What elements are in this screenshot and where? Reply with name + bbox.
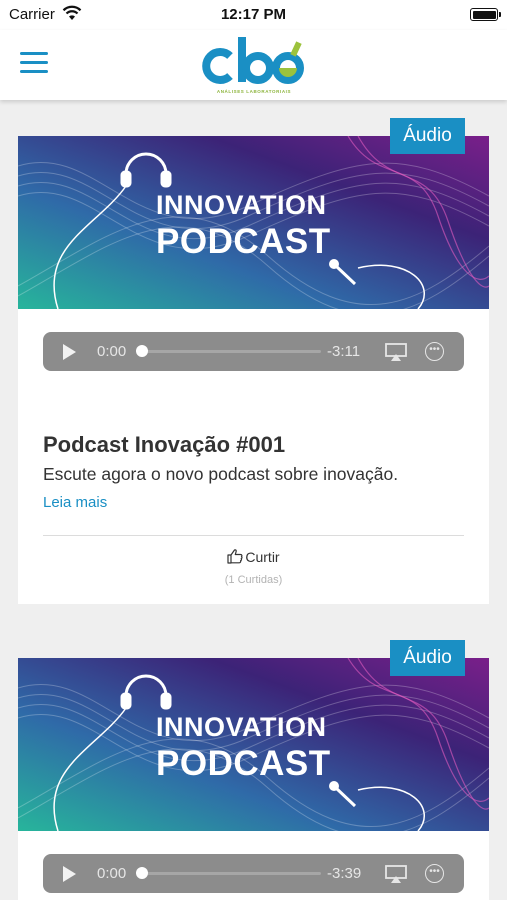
podcast-banner: INNOVATION PODCAST: [18, 136, 489, 309]
airplay-icon[interactable]: [385, 865, 407, 883]
post-title: Podcast Inovação #001: [43, 432, 286, 457]
clock: 12:17 PM: [220, 6, 287, 23]
audio-player: 0:00 -3:11: [43, 332, 464, 371]
more-options-icon[interactable]: [425, 862, 444, 883]
remaining-time: -3:39: [327, 865, 362, 882]
podcast-banner: INNOVATION PODCAST: [18, 658, 489, 831]
top-navigation-bar: ANÁLISES LABORATORIAIS: [0, 30, 507, 100]
thumbs-up-icon: [227, 549, 243, 564]
audio-badge: Áudio: [390, 118, 465, 154]
more-options-icon[interactable]: [425, 340, 444, 361]
banner-title-line1: INNOVATION: [156, 190, 327, 220]
remaining-time: -3:11: [327, 343, 361, 360]
post-description: Escute agora o novo podcast sobre inovaç…: [43, 464, 399, 484]
current-time: 0:00: [97, 865, 127, 882]
hamburger-menu-icon[interactable]: [20, 52, 48, 78]
play-icon[interactable]: [63, 344, 76, 360]
like-count: (1 Curtidas): [224, 574, 283, 586]
logo-subtitle: ANÁLISES LABORATORIAIS: [216, 89, 292, 94]
post-card: INNOVATION PODCAST Áudio 0:00 -3:11 Podc…: [18, 118, 489, 604]
banner-title-line2: PODCAST: [156, 222, 331, 261]
progress-track[interactable]: [141, 350, 321, 353]
audio-player: 0:00 -3:39: [43, 854, 464, 893]
airplay-icon[interactable]: [385, 343, 407, 361]
post-card: INNOVATION PODCAST Áudio 0:00 -3:39: [18, 640, 489, 900]
divider: [43, 535, 464, 536]
battery-icon: [470, 8, 501, 21]
scrubber-knob[interactable]: [136, 345, 148, 357]
scrubber-knob[interactable]: [136, 867, 148, 879]
audio-badge: Áudio: [390, 640, 465, 676]
cbo-logo: ANÁLISES LABORATORIAIS: [200, 34, 308, 96]
banner-title-line2: PODCAST: [156, 744, 331, 783]
progress-track[interactable]: [141, 872, 321, 875]
read-more-link[interactable]: Leia mais: [43, 494, 107, 511]
status-bar: Carrier 12:17 PM: [0, 0, 507, 30]
current-time: 0:00: [97, 343, 127, 360]
like-button[interactable]: Curtir: [18, 549, 489, 565]
like-label: Curtir: [245, 549, 280, 565]
banner-title-line1: INNOVATION: [156, 712, 327, 742]
play-icon[interactable]: [63, 866, 76, 882]
